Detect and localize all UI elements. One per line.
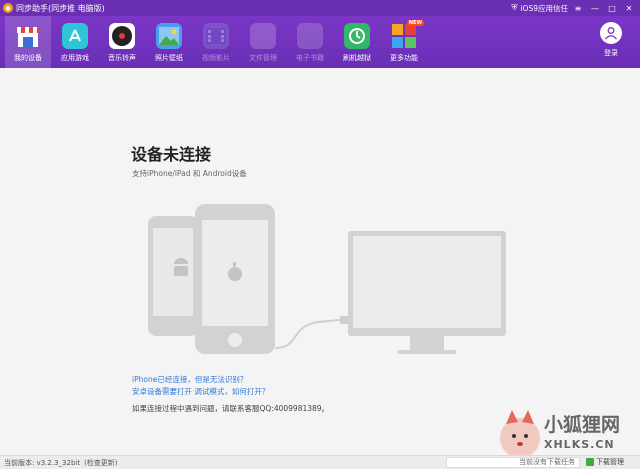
- home-button-icon: [228, 333, 242, 347]
- nav-flash-jailbreak[interactable]: 刷机越狱: [334, 16, 380, 68]
- more-icon: NEW: [391, 20, 424, 49]
- nav-ebooks[interactable]: 电子书籍: [287, 16, 333, 68]
- nav-label: 刷机越狱: [343, 54, 371, 62]
- nav-photos-wallpapers[interactable]: 照片壁纸: [146, 16, 192, 68]
- device-icon: [15, 23, 41, 49]
- nav-label: 更多功能: [390, 54, 418, 62]
- download-manager-button[interactable]: 下载管理: [586, 457, 624, 467]
- window-title: 同步助手(同步推 电脑版): [16, 3, 105, 13]
- folder-icon: [250, 23, 276, 49]
- page-subtitle: 支持iPhone/iPad 和 Android设备: [132, 169, 247, 178]
- nav-label: 我的设备: [14, 54, 42, 62]
- video-icon: [203, 23, 229, 49]
- maximize-button[interactable]: □: [605, 1, 619, 15]
- download-manager-label: 下载管理: [596, 458, 624, 466]
- nav-label: 应用游戏: [61, 54, 89, 62]
- menu-icon[interactable]: ≡: [571, 1, 585, 15]
- nav-music-ringtones[interactable]: 音乐铃声: [99, 16, 145, 68]
- usb-cable-icon: [274, 319, 341, 349]
- version-text: 当前版本: v3.2.3_32bit: [4, 458, 81, 467]
- android-logo-icon: [174, 258, 188, 276]
- page-title: 设备未连接: [131, 145, 212, 164]
- main-content: 设备未连接 支持iPhone/iPad 和 Android设备 iPhone已经…: [0, 68, 640, 455]
- download-task-status: 当前没有下载任务: [446, 457, 580, 468]
- status-bar: 当前版本: v3.2.3_32bit (检查更新) 当前没有下载任务 下载管理: [0, 455, 640, 469]
- nav-videos[interactable]: 视频影片: [193, 16, 239, 68]
- title-bar: ● 同步助手(同步推 电脑版) ⛨ iOS9应用信任 ≡ — □ ✕: [0, 0, 640, 16]
- nav-apps-games[interactable]: 应用游戏: [52, 16, 98, 68]
- android-debug-mode-link[interactable]: 安卓设备需要打开 调试模式，如何打开？: [132, 386, 269, 397]
- book-icon: [297, 23, 323, 49]
- nav-file-manager[interactable]: 文件管理: [240, 16, 286, 68]
- nav-label: 照片壁纸: [155, 54, 183, 62]
- nav-my-device[interactable]: 我的设备: [5, 16, 51, 68]
- app-logo-icon: ●: [3, 3, 13, 13]
- nav-label: 文件管理: [249, 54, 277, 62]
- flash-icon: [344, 23, 370, 49]
- login-button[interactable]: 登录: [596, 22, 626, 58]
- nav-label: 视频影片: [202, 54, 230, 62]
- app-store-icon: [62, 23, 88, 49]
- check-update-link[interactable]: (检查更新): [84, 458, 117, 468]
- download-icon: [586, 458, 594, 466]
- photo-icon: [156, 23, 182, 49]
- minimize-button[interactable]: —: [588, 1, 602, 15]
- nav-label: 音乐铃声: [108, 54, 136, 62]
- music-icon: [109, 23, 135, 49]
- user-avatar-icon: [600, 22, 622, 44]
- ios9-trust-link[interactable]: iOS9应用信任: [520, 3, 568, 14]
- iphone-unrecognized-link[interactable]: iPhone已经连接，但是无法识别？: [132, 374, 247, 385]
- main-toolbar: 我的设备 应用游戏 音乐铃声 照片壁纸 视频影片 文件管理 电子书籍 刷机越狱 …: [0, 16, 640, 68]
- shield-icon[interactable]: ⛨: [511, 3, 517, 13]
- login-label: 登录: [604, 49, 618, 57]
- connection-illustration: [148, 204, 506, 354]
- close-button[interactable]: ✕: [622, 1, 636, 15]
- nav-label: 电子书籍: [296, 54, 324, 62]
- support-note: 如果连接过程中遇到问题，请联系客服QQ:4009981389。: [132, 404, 330, 413]
- new-badge: NEW: [406, 20, 424, 26]
- nav-more-features[interactable]: NEW 更多功能: [381, 16, 427, 68]
